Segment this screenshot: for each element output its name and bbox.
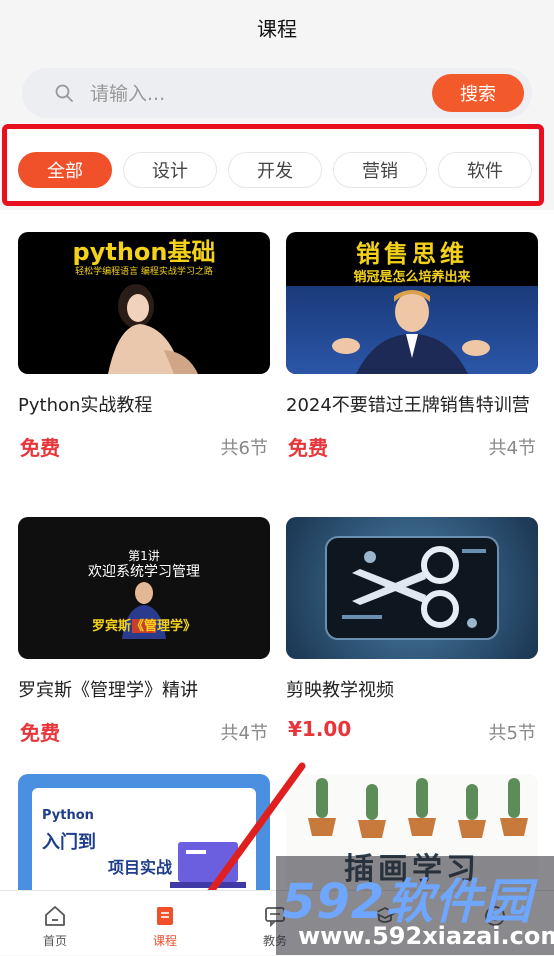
course-icon (157, 907, 173, 925)
course-thumbnail (286, 517, 538, 659)
course-lesson-count: 共4节 (488, 438, 536, 459)
scissors-icon (325, 536, 499, 640)
category-tab-marketing[interactable]: 营销 (333, 152, 427, 188)
thumb-caption: 罗宾斯《管理学》 (91, 619, 196, 634)
tab-label: 首页 (42, 934, 67, 948)
thumb-headline: 销售思维 (356, 240, 468, 268)
tab-home[interactable]: 首页 (0, 891, 110, 956)
thumb-line2: 欢迎系统学习管理 (88, 564, 200, 580)
search-button[interactable]: 搜索 (432, 74, 524, 112)
category-tab-all[interactable]: 全部 (18, 152, 112, 188)
thumb-headline: Python (42, 808, 94, 823)
cactus-illustration (308, 778, 528, 838)
course-thumbnail: Python 入门到 项目实战 (18, 774, 270, 890)
watermark: 592软件园 www.592xiazai.com (276, 856, 554, 955)
category-tab-dev[interactable]: 开发 (228, 152, 322, 188)
thumb-line2: 入门到 (42, 832, 96, 853)
course-price: 免费 (288, 436, 328, 460)
course-thumbnail: python基础 轻松学编程语言 编程实战学习之路 (18, 232, 270, 374)
search-input[interactable] (88, 78, 442, 110)
course-lesson-count: 共5节 (488, 723, 536, 744)
tab-course[interactable]: 课程 (110, 891, 220, 956)
course-card[interactable]: 销售思维 销冠是怎么培养出来 2024不要错过王牌销售特训营 免费 共4节 (286, 232, 538, 462)
course-lesson-count: 共6节 (220, 438, 268, 459)
course-thumbnail: 第1讲 欢迎系统学习管理 罗宾斯《管理学》 (18, 517, 270, 659)
thumb-subline: 销冠是怎么培养出来 (353, 270, 471, 285)
tab-label: 课程 (152, 934, 177, 948)
search-icon (55, 84, 73, 102)
course-card[interactable]: Python 入门到 项目实战 (18, 774, 270, 890)
course-thumbnail: 销售思维 销冠是怎么培养出来 (286, 232, 538, 374)
course-card[interactable]: 第1讲 欢迎系统学习管理 罗宾斯《管理学》 罗宾斯《管理学》精讲 免费 共4节 (18, 517, 270, 747)
search-bar: 搜索 (22, 68, 532, 118)
course-price: ¥1.00 (288, 717, 352, 741)
course-title: Python实战教程 (18, 395, 153, 416)
course-card[interactable]: 剪映教学视频 ¥1.00 共5节 (286, 517, 538, 747)
category-tab-software[interactable]: 软件 (438, 152, 532, 188)
watermark-url: www.592xiazai.com (298, 922, 554, 950)
course-grid: python基础 轻松学编程语言 编程实战学习之路 Python实战教程 免费 … (0, 210, 554, 890)
person-illustration (332, 290, 490, 374)
course-lesson-count: 共4节 (220, 723, 268, 744)
thumb-line3: 项目实战 (108, 858, 173, 877)
home-icon (45, 906, 65, 926)
person-illustration (108, 284, 198, 374)
course-title: 罗宾斯《管理学》精讲 (18, 680, 198, 701)
course-price: 免费 (20, 436, 60, 460)
course-price: 免费 (20, 721, 60, 745)
laptop-illustration (170, 842, 246, 888)
page-header: 课程 (0, 0, 554, 55)
category-tab-design[interactable]: 设计 (123, 152, 217, 188)
course-card[interactable]: python基础 轻松学编程语言 编程实战学习之路 Python实战教程 免费 … (18, 232, 270, 462)
category-filter: 全部 设计 开发 营销 软件 (2, 124, 544, 206)
course-title: 2024不要错过王牌销售特训营 (286, 395, 530, 416)
page-title: 课程 (257, 17, 297, 41)
course-title: 剪映教学视频 (286, 680, 394, 701)
thumb-headline: python基础 (72, 238, 216, 266)
thumb-subline: 轻松学编程语言 编程实战学习之路 (75, 267, 213, 277)
